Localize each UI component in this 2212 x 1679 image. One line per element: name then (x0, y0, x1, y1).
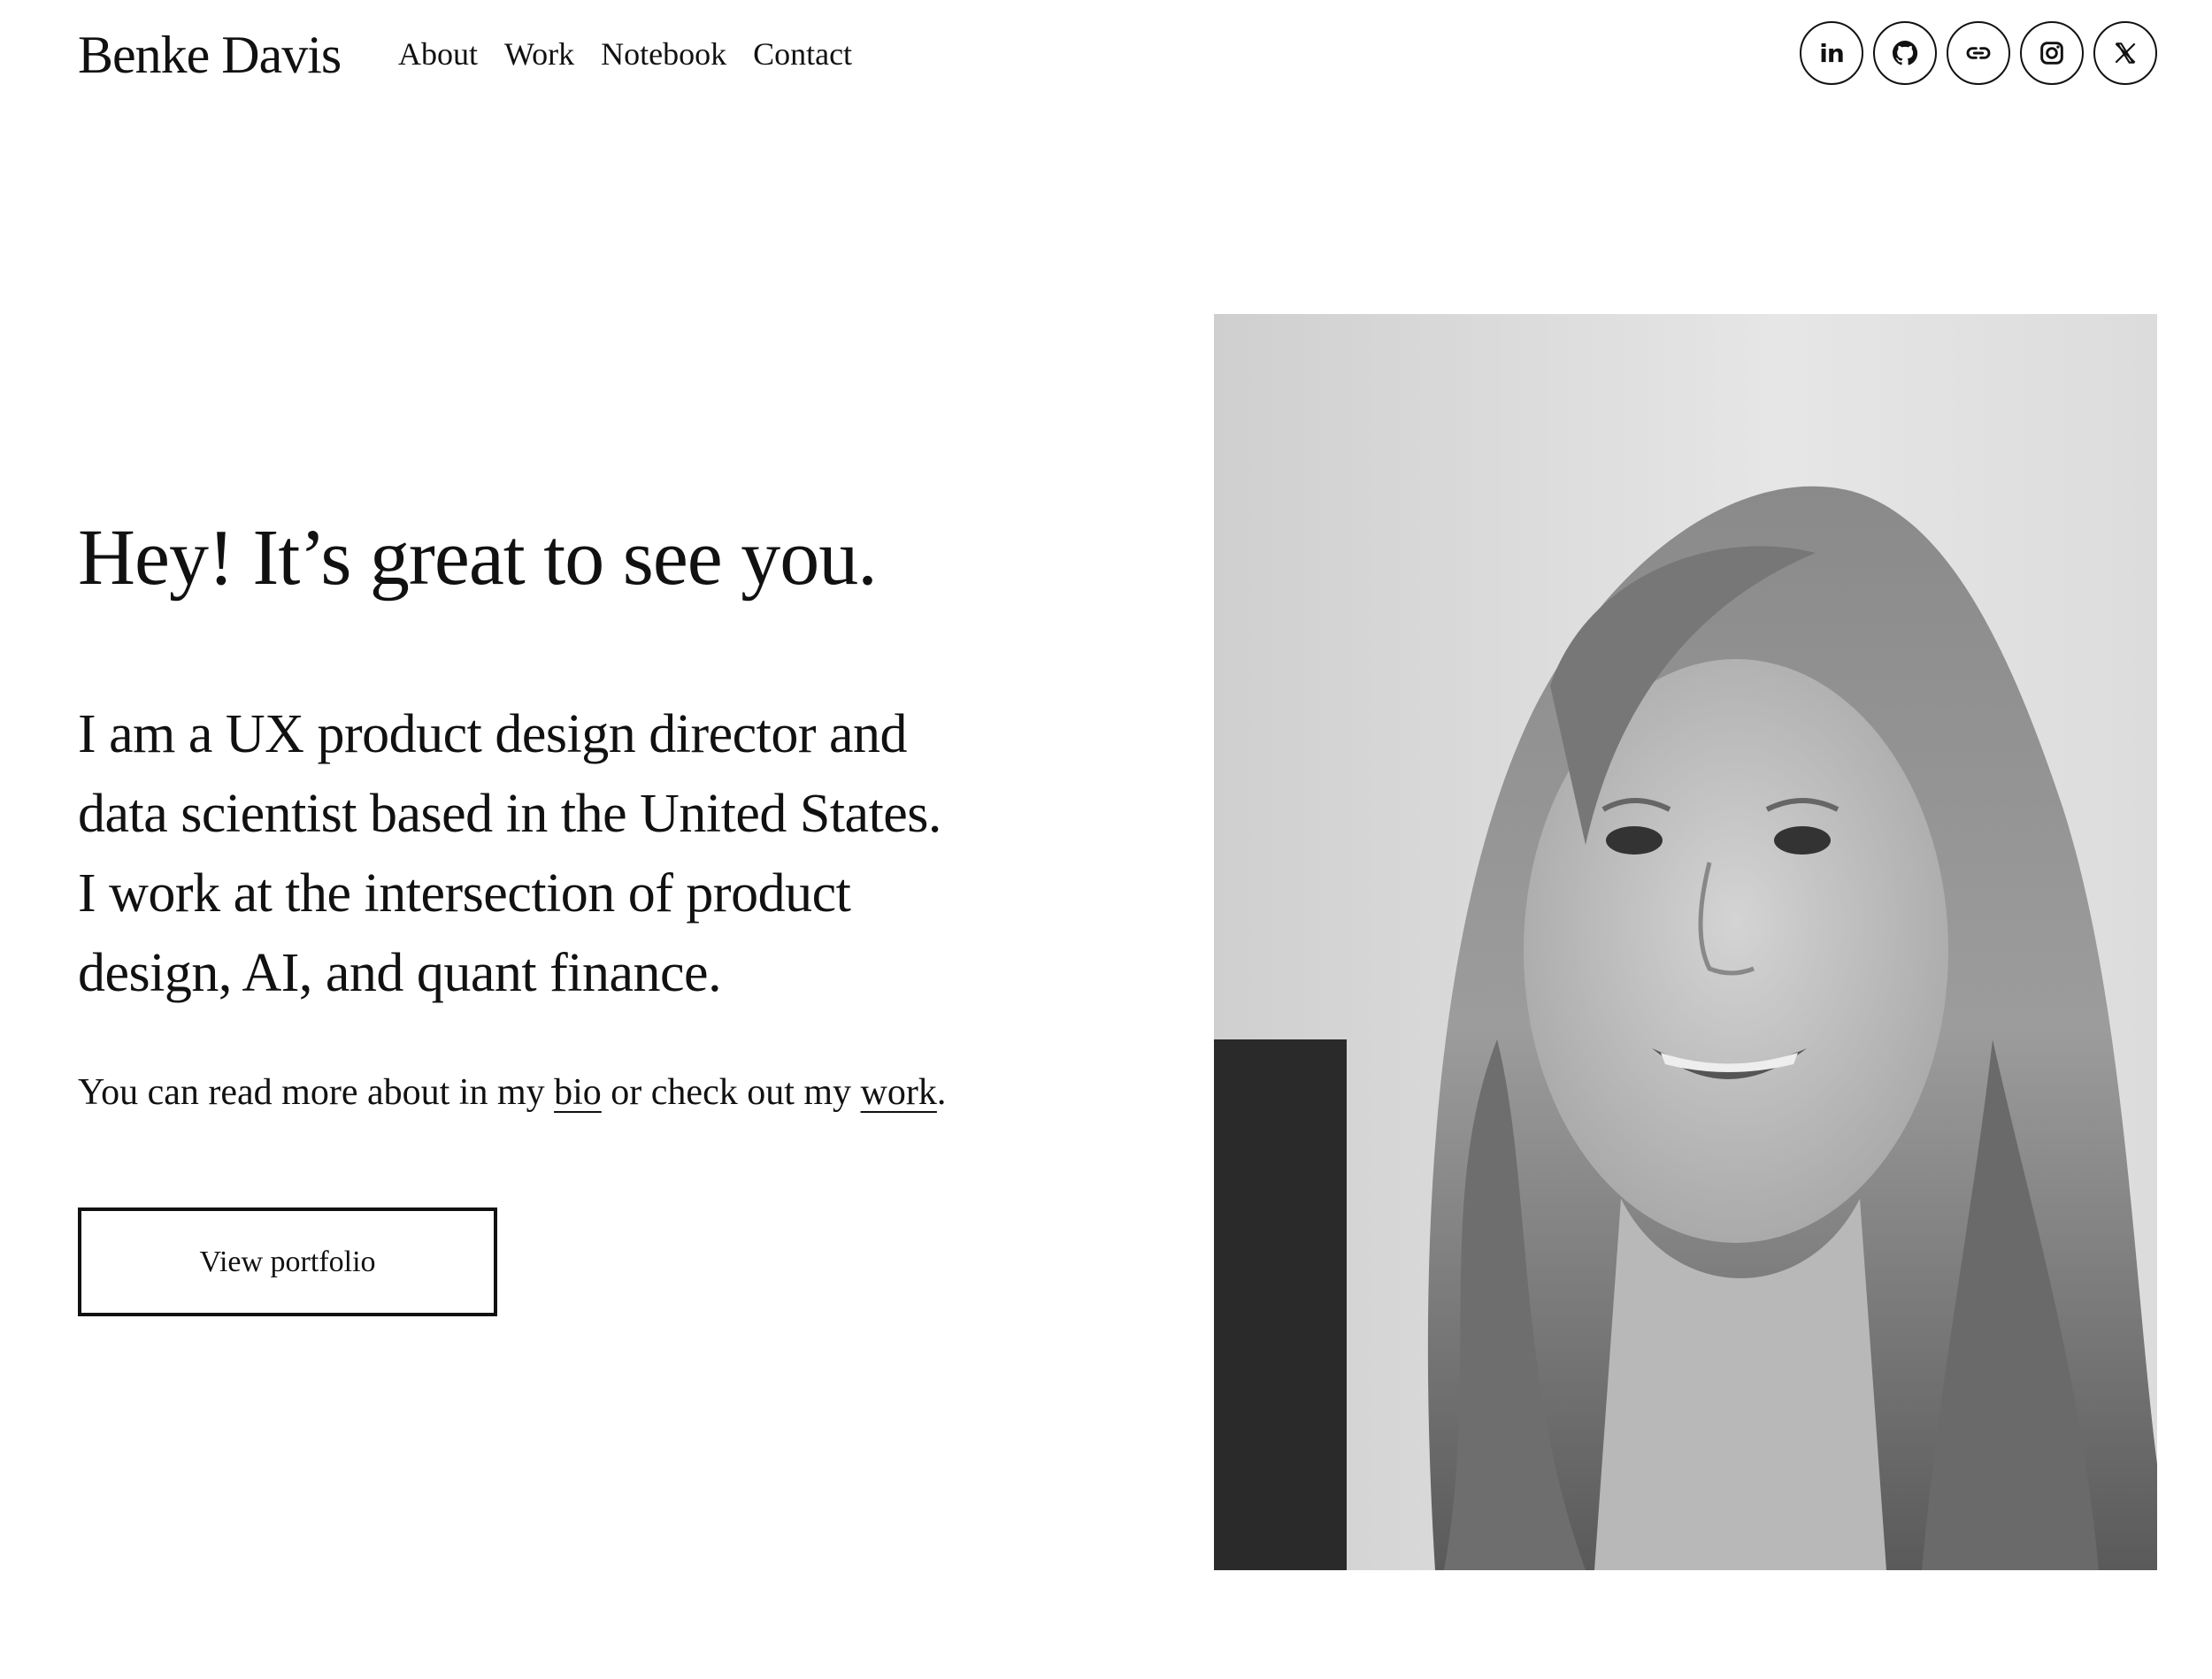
site-header: Benke Davis About Work Notebook Contact … (0, 0, 2212, 115)
main-nav: About Work Notebook Contact (398, 35, 852, 73)
nav-about[interactable]: About (398, 35, 478, 73)
bio-link[interactable]: bio (554, 1072, 602, 1113)
linkedin-icon[interactable]: in (1800, 21, 1863, 85)
more-prefix: You can read more about in my (78, 1072, 555, 1113)
link-icon[interactable] (1947, 21, 2010, 85)
intro-line: data scientist based in the United State… (78, 784, 941, 844)
intro-text: I am a UX product design director and da… (78, 694, 1069, 1013)
portrait-photo (1214, 314, 2157, 1570)
instagram-icon[interactable] (2020, 21, 2084, 85)
nav-notebook[interactable]: Notebook (601, 35, 726, 73)
site-logo[interactable]: Benke Davis (78, 25, 342, 86)
intro-line: design, AI, and quant finance. (78, 943, 722, 1003)
more-suffix: . (936, 1072, 947, 1113)
github-icon[interactable] (1873, 21, 1937, 85)
intro-line: I am a UX product design director and (78, 704, 908, 764)
more-info-text: You can read more about in my bio or che… (78, 1066, 1140, 1119)
x-icon[interactable] (2093, 21, 2157, 85)
hero-heading-block: Hey! It’s great to see you. (78, 509, 1122, 608)
hero-heading: Hey! It’s great to see you. (78, 514, 878, 602)
work-link[interactable]: work (861, 1072, 937, 1113)
view-portfolio-button[interactable]: View portfolio (78, 1208, 497, 1316)
social-links: in (1800, 21, 2157, 85)
nav-work[interactable]: Work (504, 35, 574, 73)
more-middle: or check out my (601, 1072, 861, 1113)
nav-contact[interactable]: Contact (753, 35, 852, 73)
intro-line: I work at the intersection of product (78, 863, 851, 924)
